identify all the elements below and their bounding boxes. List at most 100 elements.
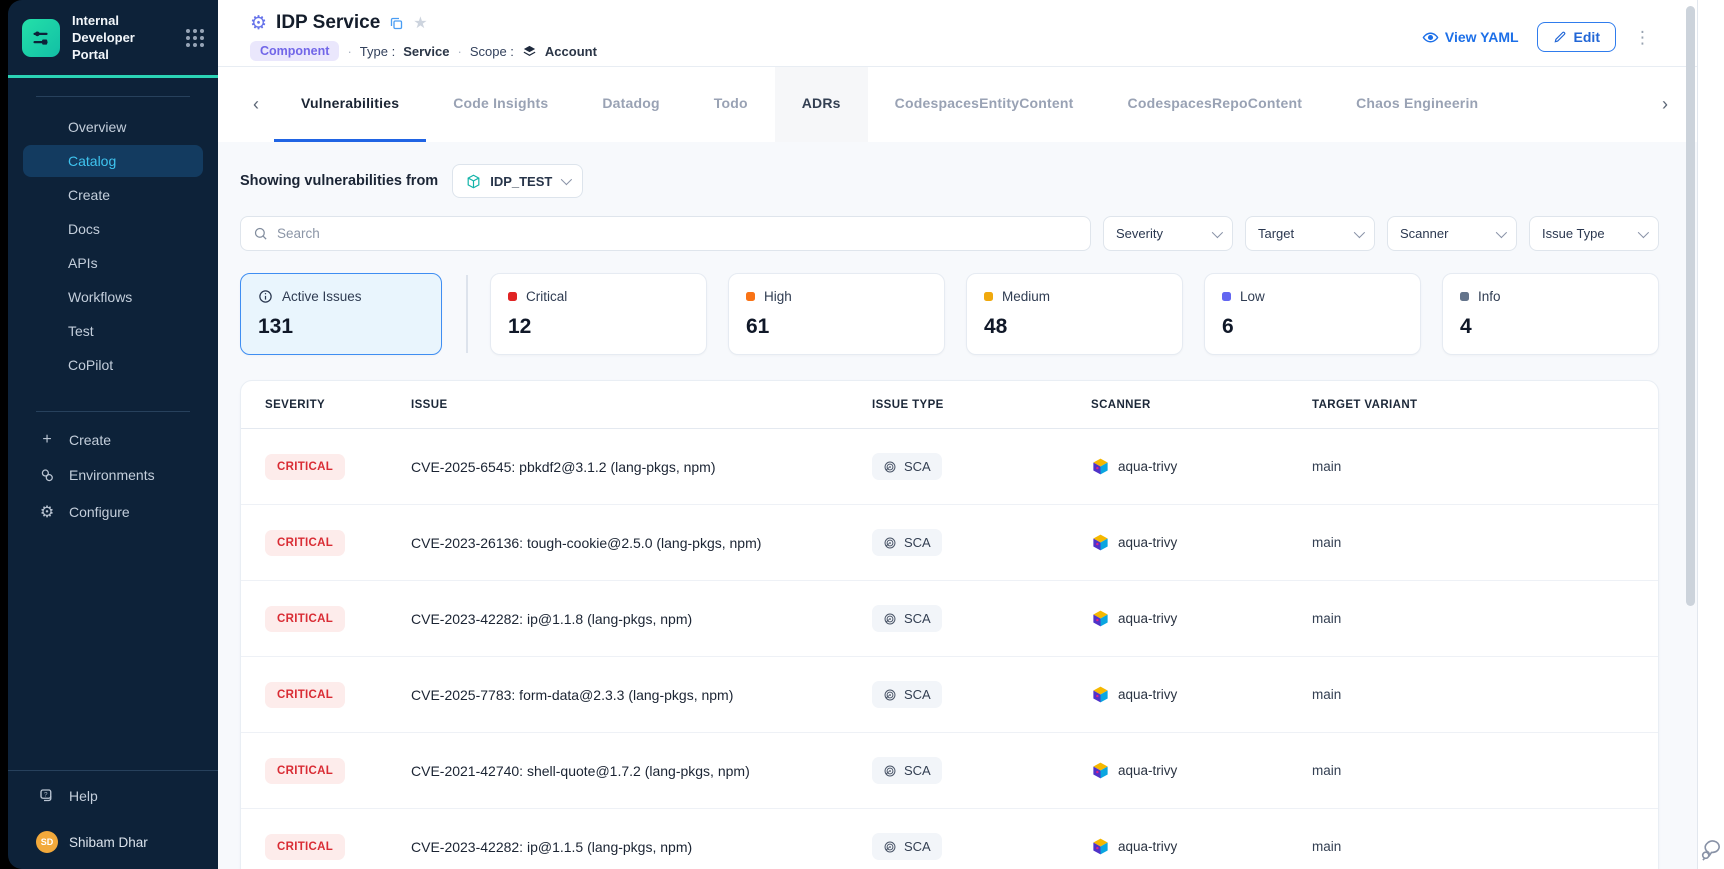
- fingerprint-icon: [883, 612, 897, 626]
- aqua-trivy-icon: [1091, 685, 1110, 704]
- filter-scanner[interactable]: Scanner: [1387, 216, 1517, 251]
- sidebar-action-configure[interactable]: ⚙ Configure: [8, 493, 218, 531]
- active-issues-label: Active Issues: [282, 289, 362, 304]
- high-value: 61: [746, 315, 927, 339]
- tab-vulnerabilities[interactable]: Vulnerabilities: [274, 67, 426, 142]
- table-header: Severity Issue Issue Type Scanner Target…: [241, 381, 1658, 429]
- chevron-left-icon[interactable]: ‹: [238, 67, 274, 142]
- project-select[interactable]: IDP_TEST: [452, 164, 583, 198]
- target-variant: main: [1312, 687, 1658, 702]
- table-row[interactable]: CRITICAL CVE-2025-6545: pbkdf2@3.1.2 (la…: [241, 429, 1658, 505]
- tab-code-insights[interactable]: Code Insights: [426, 67, 575, 142]
- table-row[interactable]: CRITICAL CVE-2023-42282: ip@1.1.8 (lang-…: [241, 581, 1658, 657]
- vulnerabilities-table: Severity Issue Issue Type Scanner Target…: [240, 380, 1659, 869]
- sidebar-item-create[interactable]: Create: [23, 179, 203, 211]
- search-icon: [253, 226, 268, 241]
- target-variant: main: [1312, 839, 1658, 854]
- environments-icon: [38, 467, 56, 484]
- help-chat-icon: ?: [38, 787, 56, 805]
- filter-severity[interactable]: Severity: [1103, 216, 1233, 251]
- chevron-right-icon[interactable]: ›: [1647, 67, 1683, 142]
- high-card[interactable]: High 61: [728, 273, 945, 355]
- package-icon: [466, 174, 481, 189]
- main-area: ⚙ IDP Service ★ Component · Type : Servi…: [218, 0, 1697, 869]
- tab-todo[interactable]: Todo: [687, 67, 775, 142]
- low-value: 6: [1222, 315, 1403, 339]
- sidebar-item-overview[interactable]: Overview: [23, 111, 203, 143]
- critical-card[interactable]: Critical 12: [490, 273, 707, 355]
- severity-badge: CRITICAL: [265, 454, 345, 480]
- favorite-star-icon[interactable]: ★: [413, 13, 427, 33]
- scanner-cell: aqua-trivy: [1091, 685, 1312, 704]
- table-row[interactable]: CRITICAL CVE-2023-26136: tough-cookie@2.…: [241, 505, 1658, 581]
- help-button[interactable]: ? Help: [8, 771, 218, 817]
- tab-chaos-engineering[interactable]: Chaos Engineerin: [1329, 67, 1505, 142]
- sidebar-footer: ? Help SD Shibam Dhar: [8, 770, 218, 869]
- portal-logo-icon[interactable]: [22, 19, 60, 57]
- info-card[interactable]: Info 4: [1442, 273, 1659, 355]
- severity-badge: CRITICAL: [265, 606, 345, 632]
- tab-datadog[interactable]: Datadog: [575, 67, 686, 142]
- user-menu[interactable]: SD Shibam Dhar: [8, 817, 218, 869]
- table-row[interactable]: CRITICAL CVE-2025-7783: form-data@2.3.3 …: [241, 657, 1658, 733]
- gear-icon: ⚙: [38, 502, 56, 522]
- filter-target[interactable]: Target: [1245, 216, 1375, 251]
- target-variant: main: [1312, 611, 1658, 626]
- issue-type-chip: SCA: [872, 453, 942, 480]
- app-switcher-icon[interactable]: [186, 29, 204, 47]
- scanner-cell: aqua-trivy: [1091, 837, 1312, 856]
- right-gutter: [1697, 0, 1724, 869]
- chevron-down-icon: [1212, 226, 1223, 237]
- brand: Internal Developer Portal: [8, 0, 218, 75]
- filter-issue-type[interactable]: Issue Type: [1529, 216, 1659, 251]
- vulnerabilities-panel: Showing vulnerabilities from IDP_TEST: [218, 142, 1697, 869]
- low-card[interactable]: Low 6: [1204, 273, 1421, 355]
- issue-text: CVE-2025-6545: pbkdf2@3.1.2 (lang-pkgs, …: [411, 459, 872, 475]
- low-dot-icon: [1222, 292, 1231, 301]
- sidebar-item-catalog[interactable]: Catalog: [23, 145, 203, 177]
- tab-codespaces-entity-content[interactable]: CodespacesEntityContent: [868, 67, 1101, 142]
- sidebar-item-docs[interactable]: Docs: [23, 213, 203, 245]
- target-variant: main: [1312, 459, 1658, 474]
- info-circle-icon: [258, 289, 273, 304]
- sidebar-item-test[interactable]: Test: [23, 315, 203, 347]
- scope-value: Account: [545, 44, 597, 59]
- edit-button[interactable]: Edit: [1537, 22, 1616, 52]
- table-row[interactable]: CRITICAL CVE-2023-42282: ip@1.1.5 (lang-…: [241, 809, 1658, 869]
- scanner-cell: aqua-trivy: [1091, 761, 1312, 780]
- issue-text: CVE-2021-42740: shell-quote@1.7.2 (lang-…: [411, 763, 872, 779]
- sidebar-item-copilot[interactable]: CoPilot: [23, 349, 203, 381]
- vertical-scrollbar[interactable]: [1686, 6, 1695, 606]
- type-value: Service: [403, 44, 449, 59]
- scope-layers-icon: [522, 44, 537, 59]
- sidebar-item-workflows[interactable]: Workflows: [23, 281, 203, 313]
- fingerprint-icon: [883, 688, 897, 702]
- issue-type-chip: SCA: [872, 757, 942, 784]
- sidebar-action-create[interactable]: + Create: [8, 422, 218, 458]
- issue-text: CVE-2023-42282: ip@1.1.8 (lang-pkgs, npm…: [411, 611, 872, 627]
- table-row[interactable]: CRITICAL CVE-2021-42740: shell-quote@1.7…: [241, 733, 1658, 809]
- chat-widget-icon[interactable]: [1700, 839, 1723, 862]
- sidebar-action-environments[interactable]: Environments: [8, 458, 218, 493]
- avatar: SD: [36, 831, 58, 853]
- medium-card[interactable]: Medium 48: [966, 273, 1183, 355]
- severity-badge: CRITICAL: [265, 682, 345, 708]
- page-title: IDP Service: [276, 12, 380, 34]
- fingerprint-icon: [883, 460, 897, 474]
- copy-icon[interactable]: [389, 16, 404, 31]
- sidebar: Internal Developer Portal Overview Catal…: [8, 0, 218, 869]
- view-yaml-link[interactable]: View YAML: [1422, 29, 1519, 46]
- target-variant: main: [1312, 535, 1658, 550]
- sidebar-nav: Overview Catalog Create Docs APIs Workfl…: [8, 103, 218, 389]
- svg-text:?: ?: [44, 791, 48, 798]
- sidebar-actions: + Create Environments ⚙ Configure: [8, 418, 218, 535]
- aqua-trivy-icon: [1091, 457, 1110, 476]
- project-name: IDP_TEST: [490, 174, 552, 189]
- more-options-icon[interactable]: ⋮: [1634, 29, 1651, 46]
- active-issues-card[interactable]: Active Issues 131: [240, 273, 442, 355]
- divider: [36, 411, 190, 412]
- tab-codespaces-repo-content[interactable]: CodespacesRepoContent: [1101, 67, 1330, 142]
- sidebar-item-apis[interactable]: APIs: [23, 247, 203, 279]
- tab-adrs[interactable]: ADRs: [775, 67, 868, 142]
- search-input[interactable]: [277, 226, 1078, 241]
